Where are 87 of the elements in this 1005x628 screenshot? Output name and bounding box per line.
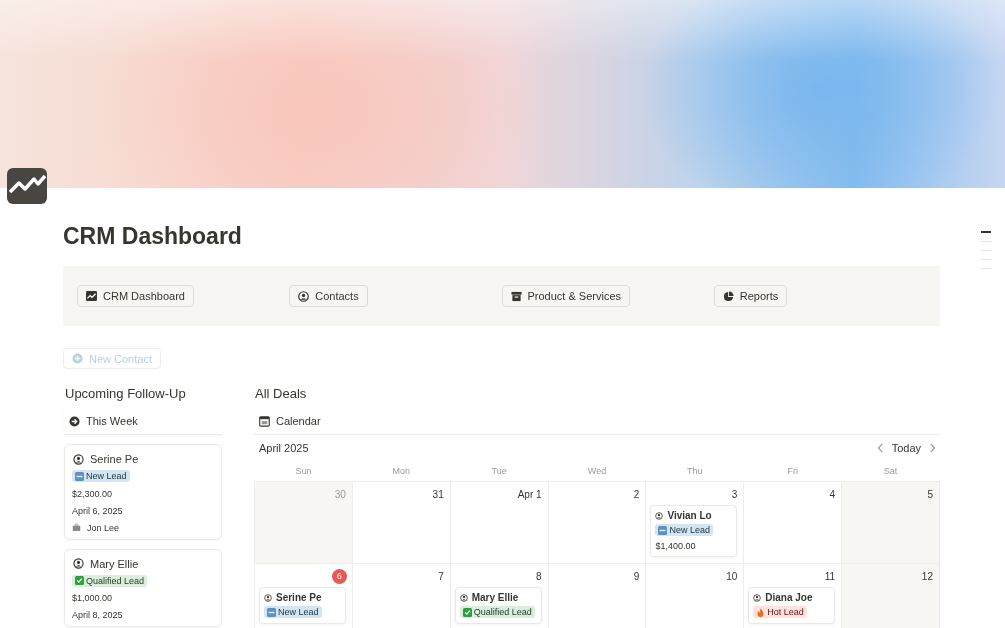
date-number: 3 [731,488,738,500]
nav-button[interactable]: Product & Services [501,285,631,307]
deal-card[interactable]: Mary Ellie Qualified Lead [454,587,542,624]
deal-amount: $2,300.00 [72,487,114,500]
date-number: 4 [829,488,836,500]
section-heading: Upcoming Follow-Up [64,385,187,403]
month-label: April 2025 [259,442,309,454]
section-heading: All Deals [254,385,308,403]
check-icon [75,576,84,585]
nav-button[interactable]: Reports [713,285,788,307]
new-icon [267,607,276,617]
follow-up-date: April 6, 2025 [72,504,124,517]
calendar-day-cell[interactable]: 12 [842,564,940,628]
contact-name: Mary Ellie [90,557,139,570]
new-icon [658,525,668,535]
date-number: 31 [432,488,444,500]
calendar-day-cell[interactable]: 5 [842,482,940,564]
weekday-label: Sun [295,466,312,476]
deal-card[interactable]: Vivian Lo New Lead $1,400.00 [650,505,738,557]
archive-icon [510,290,522,302]
weekday-label: Wed [587,466,607,476]
person-icon [459,594,468,602]
view-tab[interactable]: Calendar [254,408,940,435]
contact-name: Serine Pe [90,453,139,465]
person-icon [73,558,84,569]
deal-amount: $1,000.00 [72,592,114,604]
nav-button[interactable]: Contacts [289,285,368,307]
contact-card[interactable]: Serine Pe New Lead $2,300.00 April 6, 2025 Jon Lee [64,444,222,540]
date-number: Apr 1 [517,488,542,500]
briefcase-icon [72,523,81,532]
deal-name: Mary Ellie [471,591,519,605]
calendar-day-cell[interactable]: 3 Vivian Lo New Lead $1,400.00 [646,482,745,564]
calendar-day-cell[interactable]: 4 [744,482,843,564]
lead-tag: New Lead [655,524,713,536]
chart-icon [7,168,47,204]
arrow-right-icon [69,415,80,427]
outline-marker[interactable] [981,231,991,233]
contact-card[interactable]: Mary Ellie Qualified Lead $1,000.00 April 8, 2025 [64,548,222,627]
calendar-day-cell[interactable]: 31 [352,482,451,564]
person-icon [753,594,762,602]
deal-name: Diana Joe [765,591,813,605]
chart-icon [86,290,97,302]
date-number: 30 [334,488,346,500]
person-icon [73,453,84,465]
weekday-label: Thu [687,466,703,476]
pie-chart-icon [722,290,734,302]
date-number: 12 [921,570,933,582]
today-date-badge: 6 [331,568,347,584]
follow-up-date: April 8, 2025 [72,609,124,621]
next-icon[interactable] [929,443,936,453]
previous-icon[interactable] [876,443,884,453]
lead-tag: Qualified Lead [72,574,148,587]
date-number: 10 [726,570,738,582]
person-icon [298,290,310,302]
deal-card[interactable]: Diana Joe Hot Lead [748,587,836,624]
date-number: 11 [824,570,836,582]
lead-tag: New Lead [264,606,322,618]
weekday-label: Sat [883,466,898,476]
person-icon [264,594,272,602]
check-icon [462,607,472,617]
deal-card[interactable]: Serine Pe New Lead [259,587,346,624]
deal-name: Serine Pe [276,591,322,605]
calendar-day-cell[interactable]: Apr 1 [450,482,549,564]
date-number: 5 [927,488,933,500]
today-button[interactable]: Today [891,442,921,454]
person-icon [655,512,664,520]
calendar-day-cell[interactable]: 2 [548,482,647,564]
view-tab[interactable]: This Week [64,408,222,435]
deal-amount: $1,400.00 [655,539,697,552]
lead-tag: Hot Lead [753,606,807,618]
deal-name: Vivian Lo [667,509,712,523]
calendar-icon [259,415,270,427]
owner-name: Jon Lee [87,521,120,534]
lead-tag: New Lead [72,470,130,482]
weekday-label: Fri [787,466,798,476]
date-number: 7 [438,570,444,582]
nav-button[interactable]: CRM Dashboard [77,285,194,307]
new-icon [75,471,84,481]
date-number: 2 [633,488,640,500]
lead-tag: Qualified Lead [459,606,535,618]
weekday-label: Mon [392,466,411,476]
page-title: CRM Dashboard [63,222,243,250]
add-icon [72,353,83,364]
date-number: 8 [536,570,542,582]
weekday-label: Tue [491,466,507,476]
date-number: 9 [633,570,640,582]
fire-icon [756,607,766,617]
